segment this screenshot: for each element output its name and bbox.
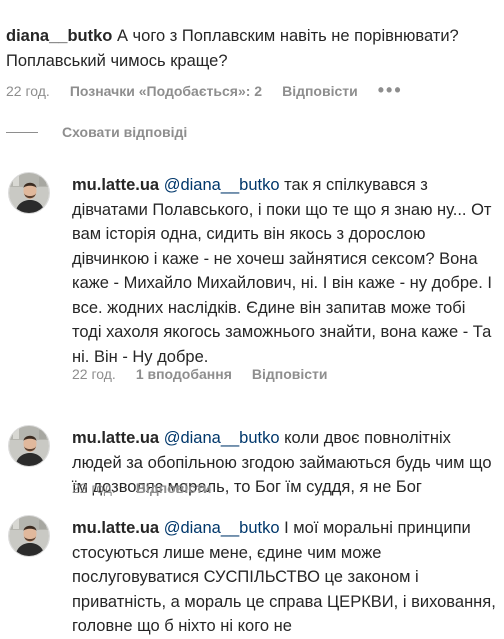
- comment-likes[interactable]: Позначки «Подобається»: 2: [70, 83, 262, 99]
- reply-mention[interactable]: @diana__butko: [164, 176, 280, 194]
- reply-mention[interactable]: @diana__butko: [164, 519, 280, 537]
- avatar-image: [9, 426, 50, 467]
- reply-reply-button[interactable]: Відповісти: [136, 480, 212, 496]
- reply-username[interactable]: mu.latte.ua: [72, 519, 159, 537]
- reply-time[interactable]: 22 год.: [72, 366, 116, 382]
- reply-meta: 22 год. 1 вподобання Відповісти: [72, 366, 348, 382]
- reply-likes[interactable]: 1 вподобання: [136, 366, 232, 382]
- reply-body: mu.latte.ua @diana__butko І мої моральні…: [72, 516, 497, 639]
- hide-replies-button[interactable]: Сховати відповіді: [6, 124, 187, 140]
- avatar-image: [9, 173, 50, 214]
- reply-mention[interactable]: @diana__butko: [164, 429, 280, 447]
- comment-time[interactable]: 22 год.: [6, 83, 50, 99]
- comment-reply-button[interactable]: Відповісти: [282, 83, 358, 99]
- hide-replies-line: [6, 131, 38, 133]
- hide-replies-label: Сховати відповіді: [62, 124, 188, 140]
- avatar[interactable]: [8, 515, 50, 557]
- comment-meta: 22 год. Позначки «Подобається»: 2 Відпов…: [6, 80, 423, 101]
- reply-reply-button[interactable]: Відповісти: [252, 366, 328, 382]
- reply-body: mu.latte.ua @diana__butko так я спілкува…: [72, 173, 497, 369]
- avatar-image: [9, 516, 50, 557]
- comment-username[interactable]: diana__butko: [6, 27, 112, 45]
- reply-time[interactable]: 22 год.: [72, 480, 116, 496]
- avatar[interactable]: [8, 172, 50, 214]
- reply-username[interactable]: mu.latte.ua: [72, 176, 159, 194]
- reply-meta: 22 год. Відповісти: [72, 480, 231, 496]
- more-options-icon[interactable]: •••: [378, 80, 403, 101]
- avatar[interactable]: [8, 425, 50, 467]
- reply-text: так я спілкувався з дівчатами Полавськог…: [72, 176, 492, 366]
- reply-username[interactable]: mu.latte.ua: [72, 429, 159, 447]
- comment-body: diana__butko А чого з Поплавским навіть …: [6, 24, 486, 73]
